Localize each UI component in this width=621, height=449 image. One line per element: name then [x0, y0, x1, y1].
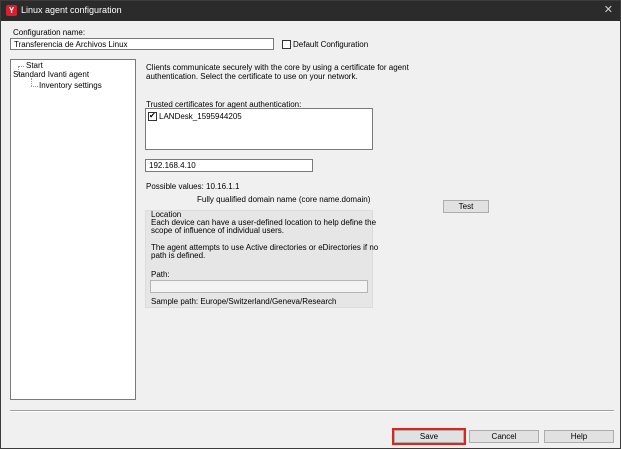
default-config-label: Default Configuration [293, 40, 369, 49]
tree-connector [18, 66, 24, 67]
save-highlight-box [392, 428, 466, 445]
cancel-button[interactable]: Cancel [469, 430, 539, 443]
title-bar[interactable]: Y Linux agent configuration ✕ [1, 1, 620, 21]
config-name-label: Configuration name: [13, 28, 86, 37]
core-address-input[interactable]: 192.168.4.10 [145, 159, 313, 172]
tree-item-start[interactable]: Start [26, 61, 43, 70]
possible-values-text: Possible values: 10.16.1.1 [146, 182, 240, 191]
sample-path-text: Sample path: Europe/Switzerland/Geneva/R… [151, 297, 337, 306]
navigation-tree: Start Standard Ivanti agent Inventory se… [10, 59, 136, 400]
window-title: Linux agent configuration [21, 5, 122, 15]
footer-separator [10, 410, 614, 412]
tree-connector [31, 78, 32, 86]
tree-item-inventory-settings[interactable]: Inventory settings [39, 81, 102, 90]
location-group: Location Each device can have a user-def… [145, 210, 378, 308]
help-button[interactable]: Help [544, 430, 614, 443]
fqdn-hint-text: Fully qualified domain name (core name.d… [197, 195, 371, 204]
certificate-checkbox[interactable] [148, 111, 157, 121]
config-name-input[interactable]: Transferencia de Archivos Linux [10, 38, 274, 50]
description-line-2: authentication. Select the certificate t… [146, 72, 358, 81]
path-input[interactable] [150, 280, 368, 293]
tree-connector [31, 86, 38, 87]
app-logo-icon: Y [6, 5, 17, 16]
test-button[interactable]: Test [443, 200, 489, 213]
certificates-list: LANDesk_1595944205 [145, 108, 373, 150]
certificate-name[interactable]: LANDesk_1595944205 [159, 112, 242, 121]
close-icon[interactable]: ✕ [604, 4, 613, 16]
location-desc-1b: scope of influence of individual users. [151, 226, 284, 235]
location-desc-2b: path is defined. [151, 251, 206, 260]
description-line-1: Clients communicate securely with the co… [146, 63, 409, 72]
tree-item-standard-agent[interactable]: Standard Ivanti agent [13, 70, 89, 79]
linux-agent-config-window: Y Linux agent configuration ✕ Configurat… [0, 0, 621, 449]
default-config-checkbox[interactable] [282, 40, 291, 49]
path-label: Path: [151, 270, 170, 279]
